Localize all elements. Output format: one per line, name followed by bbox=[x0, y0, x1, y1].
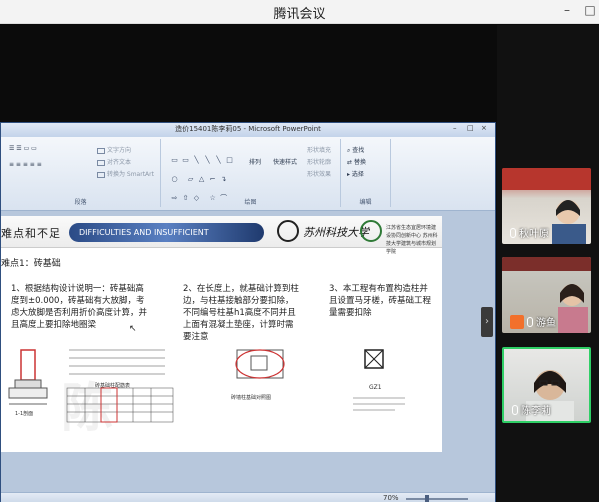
ppt-title-bar: 造价15401陈李莉05 - Microsoft PowerPoint – □ … bbox=[1, 123, 495, 137]
arrange-button[interactable]: 排列 bbox=[249, 157, 261, 166]
shared-screen: 造价15401陈李莉05 - Microsoft PowerPoint – □ … bbox=[0, 25, 497, 502]
ribbon-group-drawing: ▭▭╲╲╲□○ ▱△⌐↴⇨⇧◇ ☆⌒⌒ϟ{}☆ 排列 快速样式 形状填充 形状轮… bbox=[161, 139, 341, 221]
zoom-level[interactable]: 70% bbox=[383, 494, 399, 502]
find-button[interactable]: ⌕ 查找 bbox=[347, 145, 364, 155]
replace-button[interactable]: ⇄ 替换 bbox=[347, 157, 366, 166]
point-3-text: 3、本工程有布置构造柱并且设置马牙槎，砖基础工程量需要扣除 bbox=[329, 284, 432, 318]
align-buttons[interactable]: ≡ ≡ ≡ ≡ ≡ bbox=[9, 161, 42, 168]
ppt-close-button[interactable]: × bbox=[481, 124, 487, 132]
zoom-slider-knob[interactable] bbox=[425, 495, 429, 502]
participant-name: 游鱼 bbox=[510, 314, 556, 329]
collapse-panel-button[interactable]: › bbox=[481, 307, 493, 337]
shape-outline-button[interactable]: 形状轮廓 bbox=[307, 157, 331, 166]
slide[interactable]: 难点和不足 DIFFICULTIES AND INSUFFICIENT 苏州科技… bbox=[1, 216, 442, 452]
plan-drawing: 砖墙柱基础对照图 bbox=[229, 344, 291, 402]
participant-tile[interactable]: 游鱼 bbox=[502, 257, 591, 333]
shape-effects-button[interactable]: 形状效果 bbox=[307, 169, 331, 178]
mouse-cursor-icon: ↖ bbox=[129, 324, 137, 334]
shapes-gallery[interactable]: ▭▭╲╲╲□○ ▱△⌐↴⇨⇧◇ ☆⌒⌒ϟ{}☆ bbox=[169, 147, 239, 221]
quick-styles-button[interactable]: 快速样式 bbox=[273, 157, 297, 166]
ribbon: ☰ ☰ ▭ ▭ ≡ ≡ ≡ ≡ ≡ 文字方向 对齐文本 转换为 SmartArt… bbox=[1, 137, 495, 221]
minimize-button[interactable]: – bbox=[560, 2, 574, 18]
slide-header: 难点和不足 DIFFICULTIES AND INSUFFICIENT 苏州科技… bbox=[1, 216, 442, 255]
fig4-label: GZ1 bbox=[369, 384, 382, 391]
user-badge-icon bbox=[510, 314, 524, 329]
gz1-drawing: GZ1 bbox=[345, 340, 409, 424]
section-drawing: 1-1剖面 bbox=[7, 344, 53, 417]
slide-header-pill: DIFFICULTIES AND INSUFFICIENT bbox=[69, 223, 264, 242]
reinforcement-table: 砖基础柱配筋表 bbox=[65, 344, 175, 424]
ppt-maximize-button[interactable]: □ bbox=[467, 124, 474, 132]
university-emblem-icon bbox=[277, 220, 299, 242]
fig1-label: 1-1剖面 bbox=[15, 411, 34, 417]
fig2-label: 砖基础柱配筋表 bbox=[95, 383, 131, 389]
bullet-list-button[interactable]: ☰ ☰ ▭ ▭ bbox=[9, 145, 37, 152]
mic-icon bbox=[512, 404, 518, 415]
ribbon-group-editing: ⌕ 查找 ⇄ 替换 ▸ 选择 编辑 bbox=[341, 139, 391, 207]
shape-fill-button[interactable]: 形状填充 bbox=[307, 145, 331, 154]
align-text-button[interactable]: 对齐文本 bbox=[97, 157, 131, 166]
participant-name: 陈李莉 bbox=[512, 402, 551, 417]
drawing-group-label: 绘图 bbox=[244, 199, 257, 206]
ppt-window-title: 造价15401陈李莉05 - Microsoft PowerPoint bbox=[175, 125, 321, 133]
participant-panel: 秋叶原 游鱼 陈李莉 bbox=[497, 25, 599, 502]
school-name: 江苏省生态宜居环境建设协同创新中心 苏州科技大学建筑与城市规划学院 bbox=[386, 225, 438, 255]
maximize-button[interactable]: □ bbox=[583, 2, 597, 18]
slide-header-text: 难点和不足 bbox=[1, 227, 61, 240]
point-2-text: 2、在长度上，就基础计算到柱边，与柱基接触部分要扣除，不同编号柱基h1高度不同并… bbox=[183, 284, 299, 342]
editing-group-label: 编辑 bbox=[359, 199, 372, 206]
participant-name: 秋叶原 bbox=[510, 225, 549, 240]
school-emblem-icon bbox=[360, 220, 382, 242]
convert-smartart-button[interactable]: 转换为 SmartArt bbox=[97, 169, 154, 178]
zoom-slider[interactable] bbox=[406, 498, 468, 500]
mic-icon bbox=[510, 227, 516, 238]
paragraph-group-label: 段落 bbox=[74, 199, 87, 206]
title-bar: 腾讯会议 – □ bbox=[0, 0, 599, 24]
ppt-minimize-button[interactable]: – bbox=[453, 124, 457, 132]
select-button[interactable]: ▸ 选择 bbox=[347, 169, 364, 178]
ribbon-group-paragraph: ☰ ☰ ▭ ▭ ≡ ≡ ≡ ≡ ≡ 文字方向 对齐文本 转换为 SmartArt… bbox=[1, 139, 161, 207]
active-speaker-tile[interactable]: 陈李莉 bbox=[502, 347, 591, 423]
mic-icon bbox=[527, 316, 533, 327]
slide-workspace: 难点和不足 DIFFICULTIES AND INSUFFICIENT 苏州科技… bbox=[1, 211, 495, 494]
participant-tile[interactable]: 秋叶原 bbox=[502, 168, 591, 244]
fig3-label: 砖墙柱基础对照图 bbox=[231, 395, 272, 401]
app-title: 腾讯会议 bbox=[273, 7, 326, 22]
slide-subtitle: 难点1：砖基础 bbox=[1, 259, 61, 269]
text-direction-button[interactable]: 文字方向 bbox=[97, 145, 131, 154]
ppt-status-bar: 70% bbox=[1, 492, 495, 502]
powerpoint-window: 造价15401陈李莉05 - Microsoft PowerPoint – □ … bbox=[0, 122, 496, 502]
